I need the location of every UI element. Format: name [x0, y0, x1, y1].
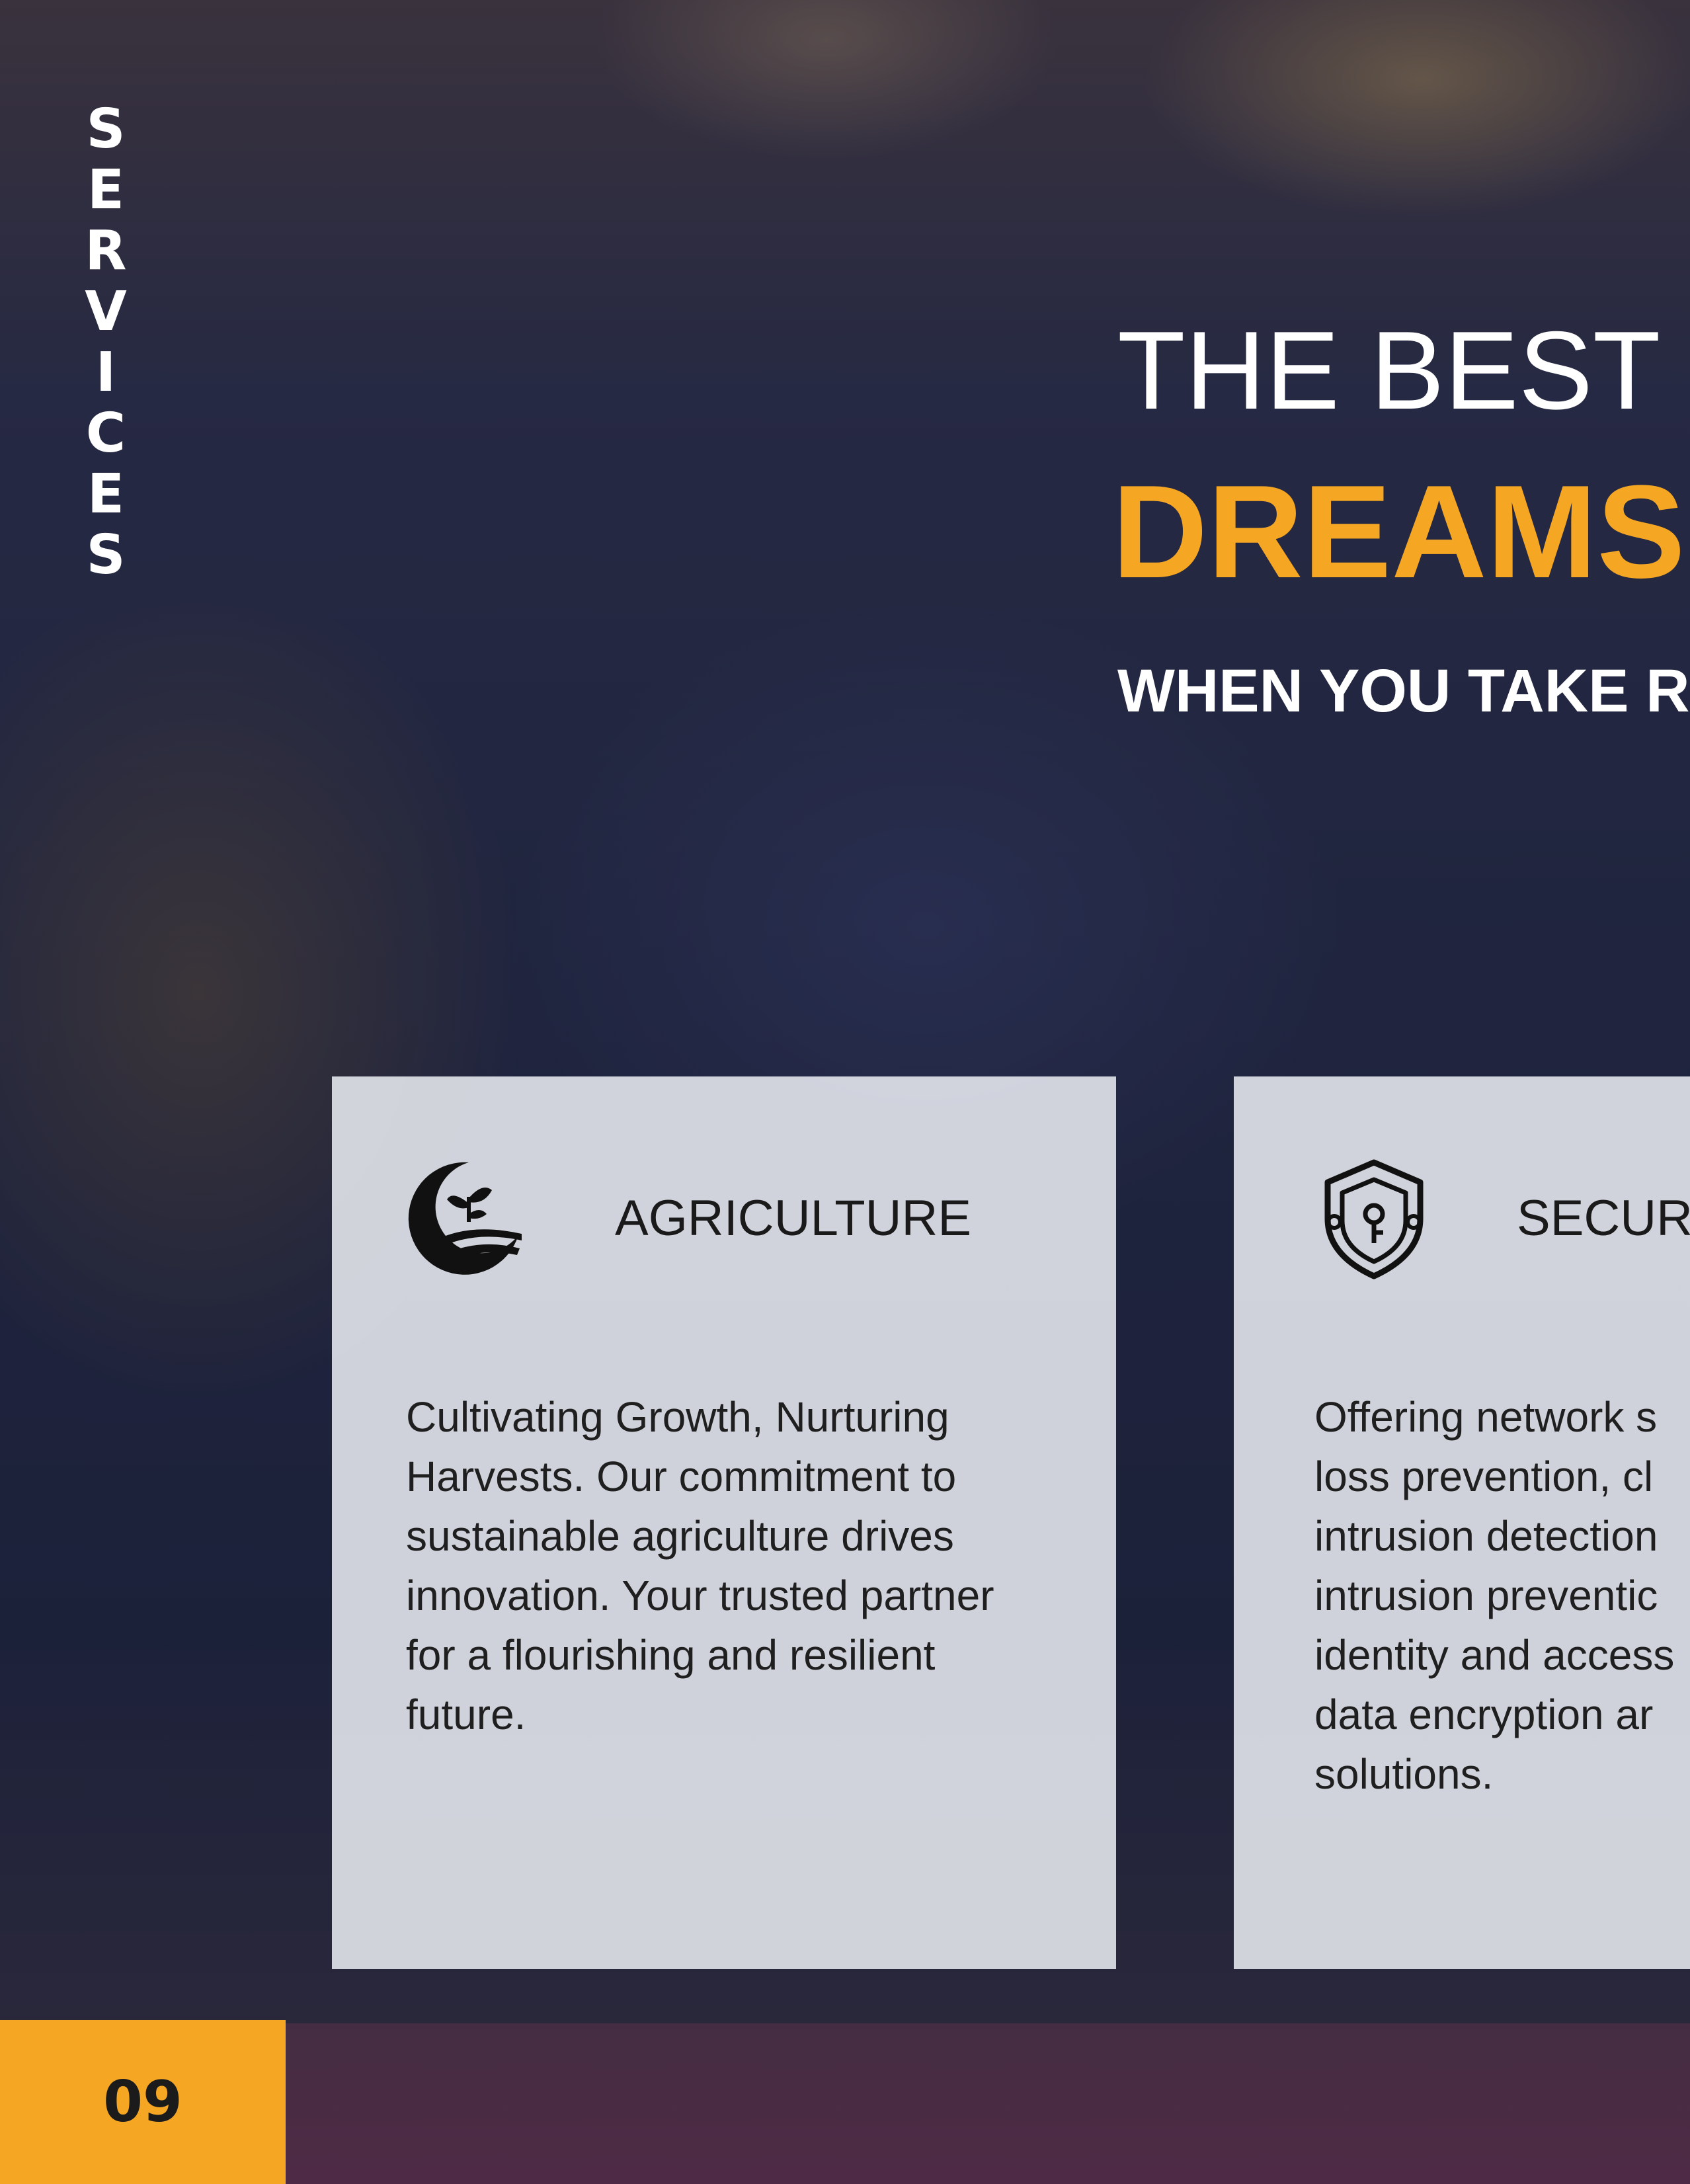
card-title: SECURI: [1517, 1190, 1690, 1246]
security-shield-icon: [1314, 1156, 1433, 1281]
section-label-letter: R: [85, 220, 127, 282]
section-label-letter: V: [85, 280, 127, 343]
headline-line-1: THE BEST: [1117, 308, 1661, 432]
agriculture-icon: [406, 1156, 525, 1281]
headline-line-3: WHEN YOU TAKE RIS: [1117, 657, 1690, 725]
section-label-letter: C: [85, 402, 126, 465]
section-label-letter: E: [87, 159, 125, 222]
section-label-letter: S: [86, 98, 126, 161]
headline-line-2: DREAMS: [1112, 458, 1685, 606]
section-label-letter: I: [95, 341, 116, 404]
section-label-vertical: S E R V I C E S: [85, 98, 127, 586]
card-body: Offering network s loss prevention, cl i…: [1314, 1393, 1675, 1798]
service-card-security: SECURI Offering network s loss preventio…: [1234, 1076, 1690, 1969]
section-label-letter: E: [87, 463, 125, 526]
card-title: AGRICULTURE: [615, 1190, 972, 1246]
section-label-letter: S: [86, 524, 126, 586]
card-body: Cultivating Growth, Nurturing Harvests. …: [406, 1393, 994, 1738]
page-number: 09: [0, 2020, 286, 2184]
service-card-agriculture: AGRICULTURE Cultivating Growth, Nurturin…: [332, 1076, 1116, 1969]
services-page: S E R V I C E S THE BEST DREAMS WHEN YOU…: [0, 0, 1690, 2184]
